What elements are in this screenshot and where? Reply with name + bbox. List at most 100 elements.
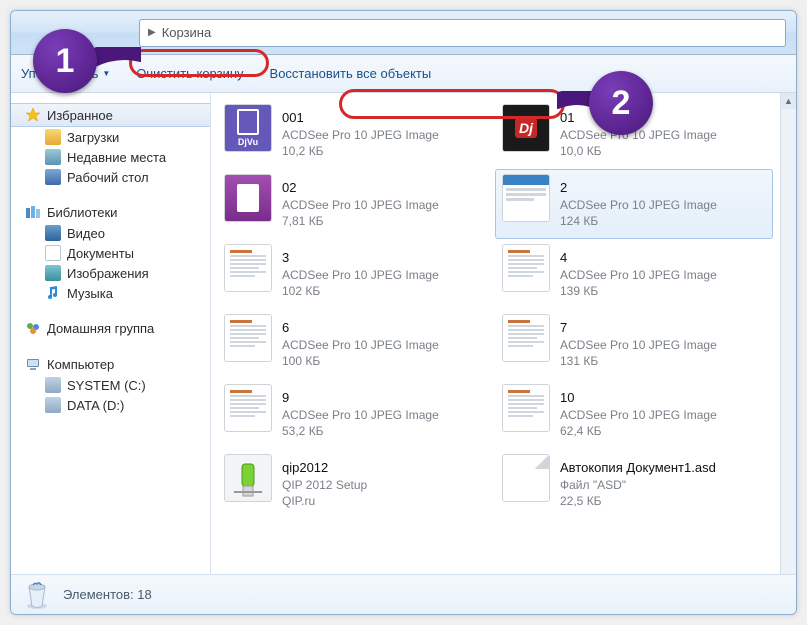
sidebar-item-system-c[interactable]: SYSTEM (C:) <box>11 375 210 395</box>
file-thumbnail <box>502 384 550 432</box>
file-item[interactable]: 7ACDSee Pro 10 JPEG Image131 КБ <box>495 309 773 379</box>
sidebar-item-label: Недавние места <box>67 150 166 165</box>
computer-icon <box>25 356 41 372</box>
sidebar-favorites-header[interactable]: Избранное <box>11 103 210 127</box>
file-meta: 7ACDSee Pro 10 JPEG Image131 КБ <box>560 314 717 374</box>
file-item[interactable]: 3ACDSee Pro 10 JPEG Image102 КБ <box>217 239 495 309</box>
sidebar-homegroup-header[interactable]: Домашняя группа <box>11 317 210 339</box>
annotation-tail-1 <box>91 47 141 69</box>
sidebar-item-videos[interactable]: Видео <box>11 223 210 243</box>
file-meta: 2ACDSee Pro 10 JPEG Image124 КБ <box>560 174 717 234</box>
file-thumbnail <box>502 244 550 292</box>
annotation-badge-1: 1 <box>33 29 97 93</box>
sidebar-group-libraries: Библиотеки Видео Документы Изображения <box>11 201 210 303</box>
file-type: ACDSee Pro 10 JPEG Image <box>282 337 439 353</box>
file-item[interactable]: qip2012QIP 2012 SetupQIP.ru <box>217 449 495 519</box>
file-meta: 3ACDSee Pro 10 JPEG Image102 КБ <box>282 244 439 304</box>
vertical-scrollbar[interactable]: ▲ <box>780 93 796 574</box>
recent-icon <box>45 149 61 165</box>
file-meta: Автокопия Документ1.asdФайл "ASD"22,5 КБ <box>560 454 716 514</box>
star-icon <box>25 107 41 123</box>
file-thumbnail <box>502 454 550 502</box>
sidebar-item-recent[interactable]: Недавние места <box>11 147 210 167</box>
file-name: 6 <box>282 319 439 337</box>
homegroup-icon <box>25 320 41 336</box>
sidebar-item-data-d[interactable]: DATA (D:) <box>11 395 210 415</box>
file-name: 3 <box>282 249 439 267</box>
sidebar-item-documents[interactable]: Документы <box>11 243 210 263</box>
file-size: 10,0 КБ <box>560 143 717 159</box>
file-type: ACDSee Pro 10 JPEG Image <box>560 337 717 353</box>
file-meta: qip2012QIP 2012 SetupQIP.ru <box>282 454 367 514</box>
sidebar-homegroup-label: Домашняя группа <box>47 321 154 336</box>
file-type: QIP 2012 Setup <box>282 477 367 493</box>
sidebar-item-label: Рабочий стол <box>67 170 149 185</box>
file-item[interactable]: 2ACDSee Pro 10 JPEG Image124 КБ <box>495 169 773 239</box>
restore-all-button[interactable]: Восстановить все объекты <box>270 66 432 81</box>
file-item[interactable]: 9ACDSee Pro 10 JPEG Image53,2 КБ <box>217 379 495 449</box>
scroll-up-icon[interactable]: ▲ <box>781 93 796 109</box>
file-meta: 02ACDSee Pro 10 JPEG Image7,81 КБ <box>282 174 439 234</box>
annotation-2-label: 2 <box>612 84 631 123</box>
sidebar-item-music[interactable]: Музыка <box>11 283 210 303</box>
music-icon <box>45 285 61 301</box>
drive-icon <box>45 377 61 393</box>
sidebar-item-label: Музыка <box>67 286 113 301</box>
file-item[interactable]: 4ACDSee Pro 10 JPEG Image139 КБ <box>495 239 773 309</box>
sidebar-item-label: SYSTEM (C:) <box>67 378 146 393</box>
file-meta: 6ACDSee Pro 10 JPEG Image100 КБ <box>282 314 439 374</box>
file-thumbnail <box>224 174 272 222</box>
file-name: 001 <box>282 109 439 127</box>
file-thumbnail: DjVu <box>224 104 272 152</box>
file-size: 10,2 КБ <box>282 143 439 159</box>
explorer-window: ▶ Корзина Упорядочить ▼ Очистить корзину… <box>10 10 797 615</box>
file-name: 9 <box>282 389 439 407</box>
file-size: 102 КБ <box>282 283 439 299</box>
sidebar-computer-header[interactable]: Компьютер <box>11 353 210 375</box>
empty-label: Очистить корзину <box>136 66 243 81</box>
file-name: 2 <box>560 179 717 197</box>
file-thumbnail <box>224 314 272 362</box>
breadcrumb-arrow-icon: ▶ <box>148 27 156 38</box>
file-type: Файл "ASD" <box>560 477 716 493</box>
address-field[interactable]: ▶ Корзина <box>139 19 786 47</box>
file-size: 131 КБ <box>560 353 717 369</box>
file-name: qip2012 <box>282 459 367 477</box>
sidebar-group-homegroup: Домашняя группа <box>11 317 210 339</box>
file-meta: 9ACDSee Pro 10 JPEG Image53,2 КБ <box>282 384 439 444</box>
file-thumbnail: Dj <box>502 104 550 152</box>
sidebar-item-downloads[interactable]: Загрузки <box>11 127 210 147</box>
sidebar-libraries-header[interactable]: Библиотеки <box>11 201 210 223</box>
file-type: ACDSee Pro 10 JPEG Image <box>560 267 717 283</box>
pictures-icon <box>45 265 61 281</box>
file-size: 53,2 КБ <box>282 423 439 439</box>
file-meta: 001ACDSee Pro 10 JPEG Image10,2 КБ <box>282 104 439 164</box>
video-icon <box>45 225 61 241</box>
drive-icon <box>45 397 61 413</box>
empty-recycle-button[interactable]: Очистить корзину <box>136 66 243 81</box>
annotation-1-label: 1 <box>56 42 75 81</box>
navigation-pane[interactable]: Избранное Загрузки Недавние места Рабочи… <box>11 93 211 574</box>
sidebar-item-pictures[interactable]: Изображения <box>11 263 210 283</box>
file-thumbnail <box>502 174 550 222</box>
file-size: QIP.ru <box>282 493 367 509</box>
file-name: 4 <box>560 249 717 267</box>
sidebar-item-desktop[interactable]: Рабочий стол <box>11 167 210 187</box>
file-type: ACDSee Pro 10 JPEG Image <box>282 197 439 213</box>
file-item[interactable]: 10ACDSee Pro 10 JPEG Image62,4 КБ <box>495 379 773 449</box>
file-item[interactable]: 6ACDSee Pro 10 JPEG Image100 КБ <box>217 309 495 379</box>
file-name: Автокопия Документ1.asd <box>560 459 716 477</box>
status-bar: Элементов: 18 <box>11 574 796 614</box>
file-item[interactable]: Автокопия Документ1.asdФайл "ASD"22,5 КБ <box>495 449 773 519</box>
file-size: 7,81 КБ <box>282 213 439 229</box>
recycle-bin-icon <box>23 579 51 611</box>
file-size: 100 КБ <box>282 353 439 369</box>
file-item[interactable]: DjVu001ACDSee Pro 10 JPEG Image10,2 КБ <box>217 99 495 169</box>
sidebar-group-computer: Компьютер SYSTEM (C:) DATA (D:) <box>11 353 210 415</box>
sidebar-item-label: Загрузки <box>67 130 119 145</box>
file-item[interactable]: 02ACDSee Pro 10 JPEG Image7,81 КБ <box>217 169 495 239</box>
sidebar-item-label: Изображения <box>67 266 149 281</box>
sidebar-libraries-label: Библиотеки <box>47 205 117 220</box>
downloads-icon <box>45 129 61 145</box>
content-pane[interactable]: DjVu001ACDSee Pro 10 JPEG Image10,2 КБDj… <box>211 93 796 574</box>
